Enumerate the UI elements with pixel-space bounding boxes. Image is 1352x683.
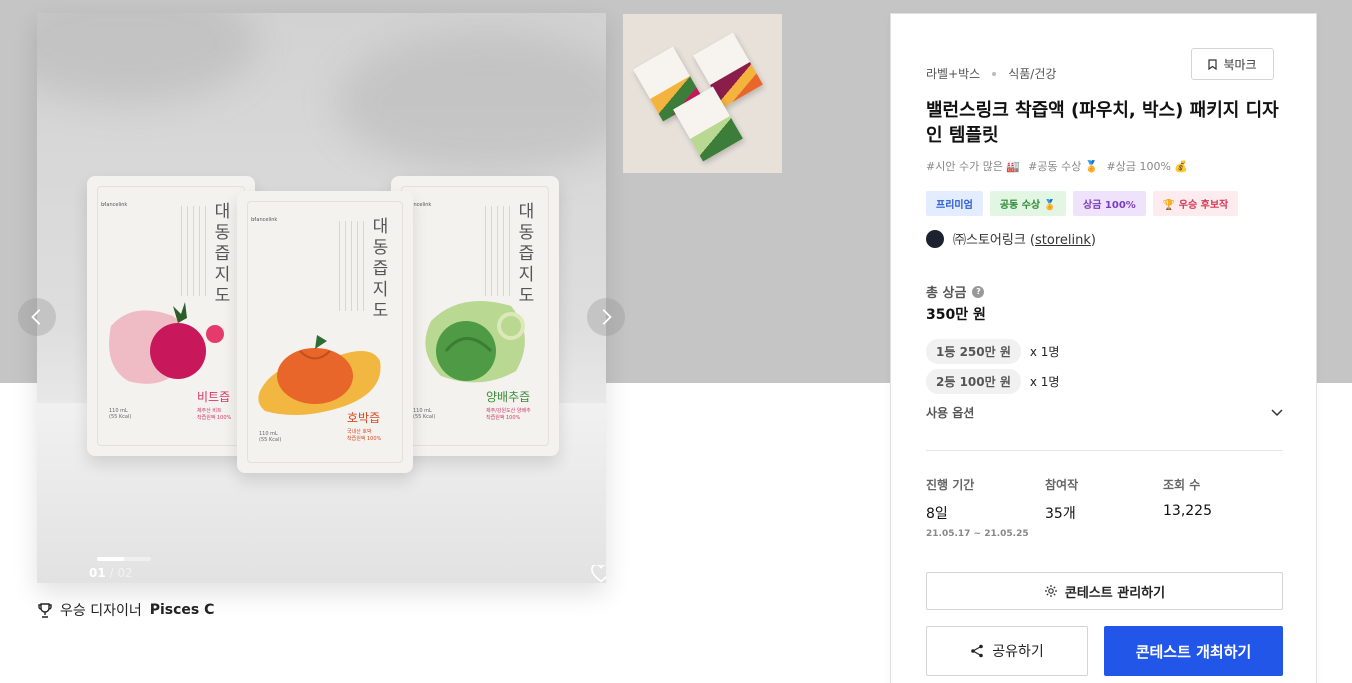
pouch-description-text	[181, 206, 207, 296]
share-button[interactable]: 공유하기	[926, 626, 1088, 676]
company-handle-link[interactable]: storelink	[1035, 233, 1091, 248]
stat-period: 진행 기간 8일 21.05.17 ~ 21.05.25	[926, 478, 1029, 539]
stat-views: 조회 수 13,225	[1163, 478, 1212, 519]
badge-list: 프리미엄 공동 수상 🏅 상금 100% 🏆 우승 후보작	[926, 191, 1239, 216]
divider	[926, 450, 1283, 451]
company-logo	[926, 229, 944, 248]
separator-dot	[992, 71, 997, 76]
hashtag-list: #시안 수가 많은 🏭 #공동 수상 🏅 #상금 100% 💰	[926, 158, 1188, 174]
slide-progress-fill	[97, 557, 124, 561]
prize-label: 총 상금 ?	[926, 282, 985, 301]
company-name: ㈜스토어링크 (	[953, 233, 1036, 248]
chevron-left-icon	[31, 309, 41, 325]
premium-badge: 프리미엄	[926, 191, 983, 216]
pouch-volume: 110 mL (55 Kcal)	[413, 408, 436, 420]
pouch-subtitle: 제주/강원도산 양배추 착즙원액 100%	[486, 408, 531, 421]
cabbage-juice-pouch: b⁄lancelink 대동즙지도 양배추즙 제주/강원도산 양배추 착즙원액 …	[391, 176, 559, 456]
slide-counter: 01 / 02	[89, 566, 133, 580]
pouch-description-text	[339, 221, 365, 311]
chevron-right-icon	[602, 309, 612, 325]
prize-rank-row: 1등 250만 원 x 1명	[926, 339, 1059, 364]
thumbnail-image[interactable]	[623, 14, 782, 173]
trophy-icon	[38, 602, 52, 618]
pumpkin-illustration	[258, 335, 381, 415]
hashtag[interactable]: #상금 100% 💰	[1107, 158, 1189, 174]
heart-icon	[591, 565, 606, 583]
beet-juice-pouch: b⁄lancelink 대동즙지도 비트즙 제주산 비트 착즙원액 100% 1…	[87, 176, 255, 456]
rank-count: x 1명	[1029, 375, 1060, 389]
pouch-volume: 110 mL (55 Kcal)	[259, 431, 282, 443]
manage-contest-button[interactable]: 콘테스트 관리하기	[926, 572, 1283, 610]
slide-progress-bar	[97, 557, 151, 561]
share-icon	[971, 644, 984, 658]
full-prize-badge: 상금 100%	[1073, 191, 1146, 216]
prize-total: 350만 원	[926, 307, 986, 323]
main-product-image[interactable]: b⁄lancelink 대동즙지도 비트즙 제주산 비트 착즙원액 100% 1…	[37, 13, 606, 583]
contest-title: 밸런스링크 착즙액 (파우치, 박스) 패키지 디자인 템플릿	[926, 100, 1279, 146]
winner-candidate-badge: 🏆 우승 후보작	[1152, 191, 1239, 216]
beet-illustration	[109, 302, 224, 384]
help-icon[interactable]: ?	[972, 285, 985, 298]
category-secondary[interactable]: 식품/건강	[1008, 65, 1056, 82]
pouch-name: 호박즙	[347, 411, 381, 425]
winner-name[interactable]: Pisces C	[150, 602, 215, 618]
winner-prefix: 우승 디자이너	[60, 603, 142, 619]
pouch-description-text	[485, 206, 511, 296]
gear-icon	[1044, 585, 1057, 597]
bookmark-button[interactable]: 북마크	[1191, 48, 1274, 80]
pouch-volume: 110 mL (55 Kcal)	[109, 408, 132, 420]
pouch-brand: b⁄lancelink	[251, 217, 278, 223]
hashtag[interactable]: #시안 수가 많은 🏭	[926, 158, 1020, 174]
rank-count: x 1명	[1029, 345, 1060, 359]
joint-award-badge: 공동 수상 🏅	[989, 191, 1067, 216]
pouch-title: 대동즙지도	[368, 217, 388, 322]
rank-pill: 1등 250만 원	[926, 339, 1021, 364]
chevron-down-icon	[1271, 408, 1283, 416]
winner-designer: 우승 디자이너 Pisces C	[38, 600, 214, 620]
usage-options-toggle[interactable]: 사용 옵션	[926, 404, 1283, 421]
slide-total: / 02	[105, 566, 133, 580]
pouch-title: 대동즙지도	[210, 202, 230, 307]
usage-options-label: 사용 옵션	[926, 406, 975, 420]
bookmark-icon	[1208, 58, 1218, 70]
pouch-brand: b⁄lancelink	[101, 202, 128, 208]
rank-pill: 2등 100만 원	[926, 369, 1021, 394]
prize-rank-row: 2등 100만 원 x 1명	[926, 369, 1059, 394]
slide-current: 01	[89, 566, 106, 580]
hashtag[interactable]: #공동 수상 🏅	[1028, 158, 1098, 174]
next-image-button[interactable]	[587, 298, 625, 336]
pouch-name: 양배추즙	[486, 390, 531, 404]
pouch-subtitle: 제주산 비트 착즙원액 100%	[197, 408, 232, 421]
pouch-name: 비트즙	[197, 390, 231, 404]
contest-info-panel: 라벨+박스 식품/건강 북마크 밸런스링크 착즙액 (파우치, 박스) 패키지 …	[890, 13, 1317, 683]
stat-entries: 참여작 35개	[1045, 478, 1079, 522]
bookmark-label: 북마크	[1223, 57, 1257, 72]
cabbage-illustration	[425, 301, 525, 383]
leaf-shadow	[337, 33, 606, 173]
host-company: ㈜스토어링크 (storelink)	[926, 229, 1096, 248]
prev-image-button[interactable]	[18, 298, 56, 336]
category-primary[interactable]: 라벨+박스	[926, 65, 980, 82]
like-button[interactable]: 57	[591, 565, 606, 583]
category-breadcrumb: 라벨+박스 식품/건강	[926, 65, 1056, 82]
host-contest-button[interactable]: 콘테스트 개최하기	[1104, 626, 1283, 676]
pumpkin-juice-pouch: b⁄lancelink 대동즙지도 호박즙 국내산 호박 착즙원액 100% 1…	[237, 191, 413, 473]
leaf-shadow	[37, 13, 257, 103]
period-dates: 21.05.17 ~ 21.05.25	[926, 529, 1029, 539]
pouch-subtitle: 국내산 호박 착즙원액 100%	[347, 429, 382, 442]
